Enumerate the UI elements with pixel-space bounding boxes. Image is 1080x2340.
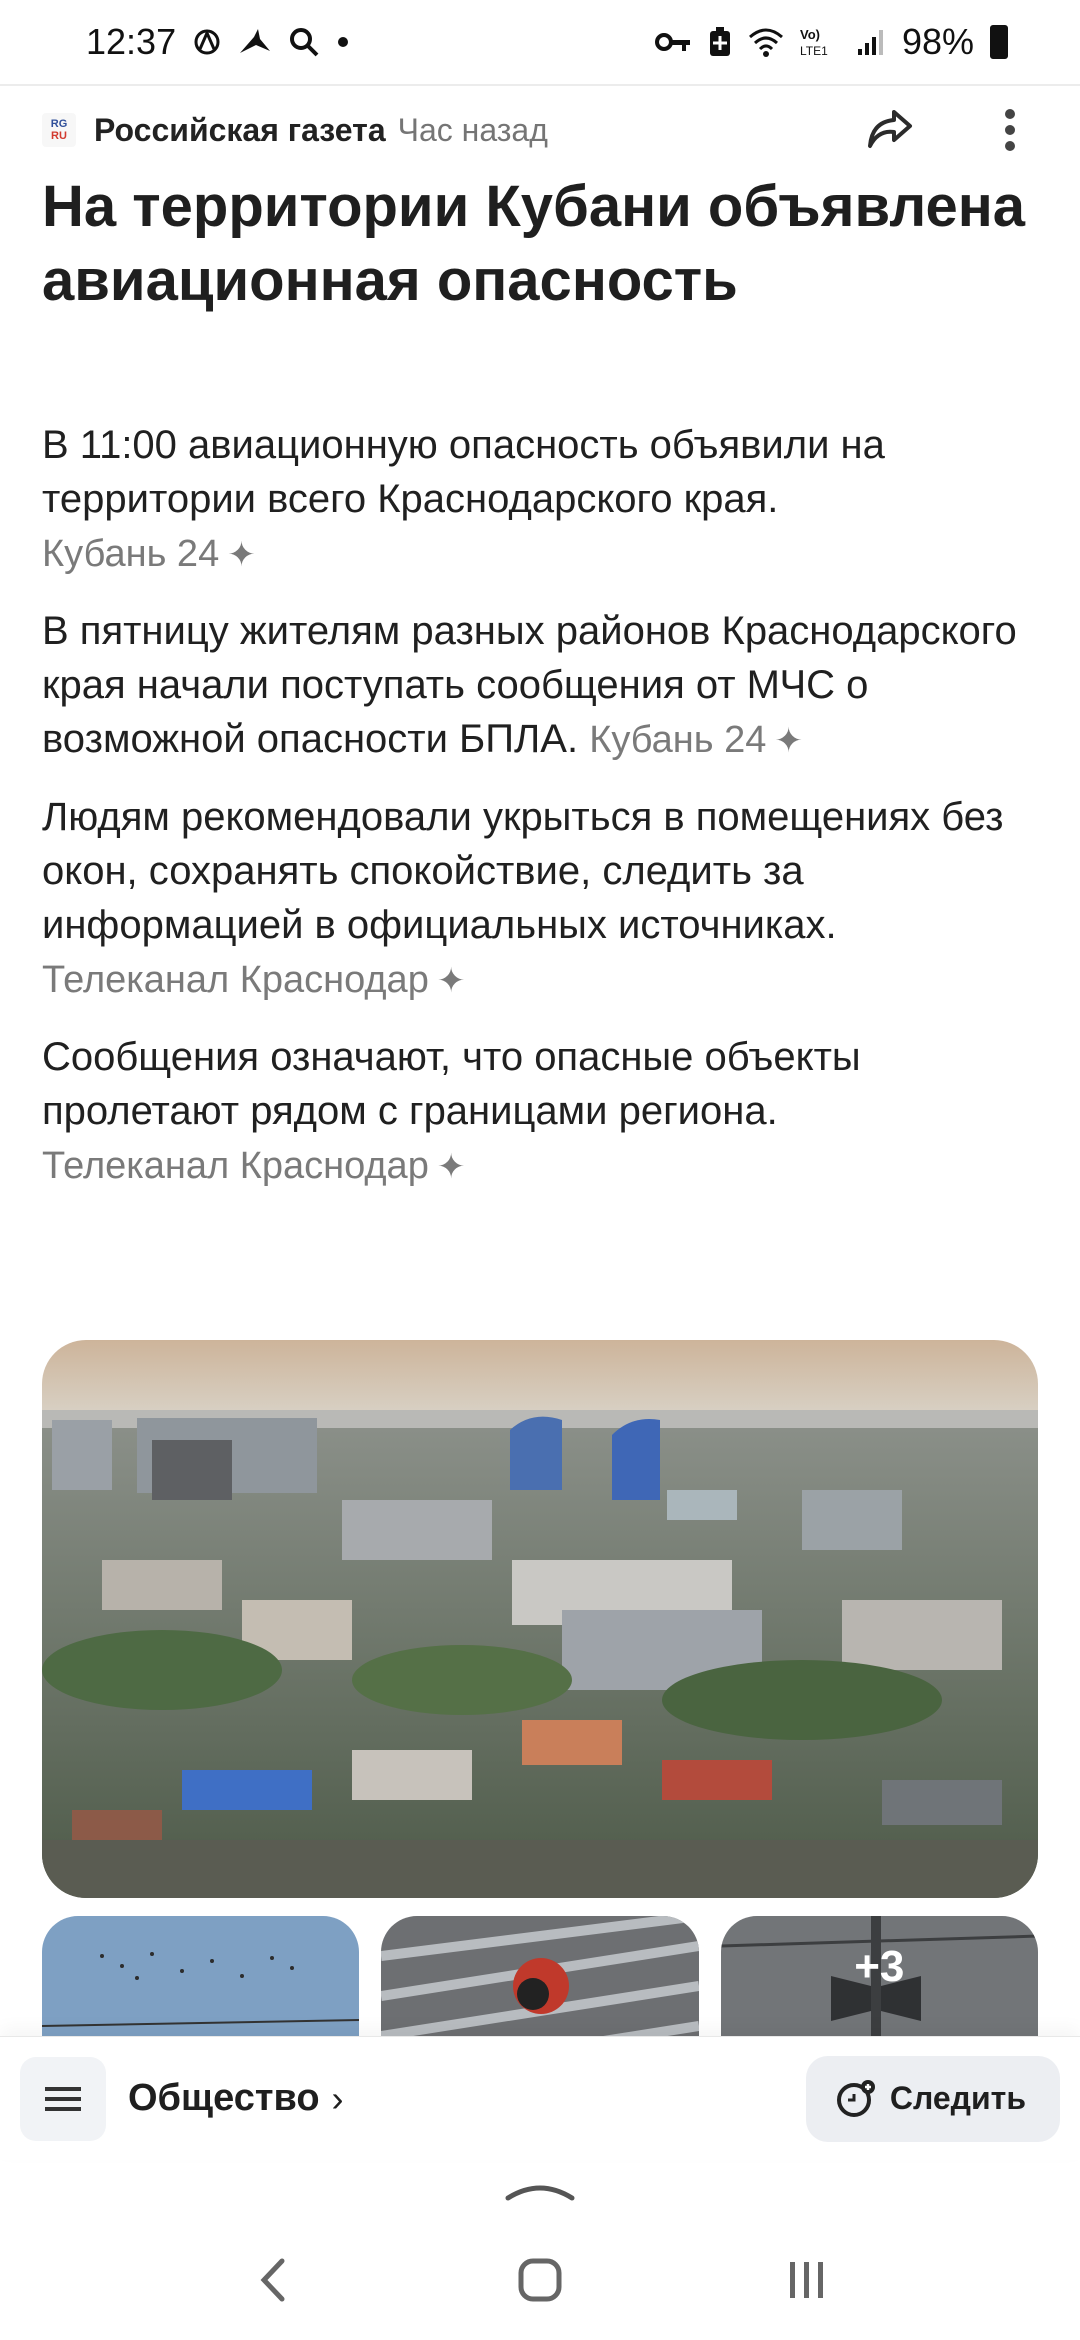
home-icon — [518, 2258, 562, 2302]
system-nav-bar — [0, 2220, 1080, 2340]
back-button[interactable] — [228, 2235, 318, 2325]
status-time: 12:37 — [86, 21, 177, 62]
more-images-count: +3 — [854, 1942, 905, 1991]
svg-text:Vo): Vo) — [800, 27, 820, 42]
summary-paragraph: В пятницу жителям разных районов Краснод… — [42, 604, 1042, 768]
dot-icon — [336, 35, 350, 49]
follow-topic-icon — [836, 2079, 875, 2117]
share-icon — [868, 110, 912, 148]
source-logo[interactable]: RG RU — [42, 113, 76, 147]
follow-label: Следить — [889, 2080, 1026, 2116]
paragraph-text: Сообщения означают, что опасные объекты … — [42, 1035, 861, 1133]
chevron-right-icon: › — [331, 2077, 344, 2119]
paragraph-text: Людям рекомендовали укрыться в помещения… — [42, 795, 1004, 947]
status-divider — [0, 84, 1080, 86]
more-options-button[interactable] — [982, 102, 1038, 158]
paragraph-source[interactable]: Телеканал Краснодар — [42, 959, 429, 1001]
status-bar: 12:37 Vo) LTE1 98% — [0, 0, 1080, 84]
source-name[interactable]: Российская газета — [94, 112, 386, 149]
wifi-icon — [748, 27, 784, 57]
battery-icon — [990, 25, 1008, 59]
summary-paragraph: Сообщения означают, что опасные объекты … — [42, 1030, 1042, 1194]
paragraph-source[interactable]: Телеканал Краснодар — [42, 1145, 429, 1187]
article-title: На территории Кубани объявлена авиационн… — [42, 174, 1026, 313]
recent-apps-icon — [789, 2262, 823, 2298]
share-button[interactable] — [862, 102, 918, 158]
hamburger-menu-icon — [45, 2086, 81, 2111]
follow-button[interactable]: Следить — [805, 2055, 1060, 2142]
svg-text:LTE1: LTE1 — [800, 44, 828, 58]
paragraph-source[interactable]: Кубань 24 — [589, 719, 766, 761]
paragraph-text: В пятницу жителям разных районов Краснод… — [42, 609, 1017, 761]
battery-percent: 98% — [901, 21, 974, 62]
bird-icon — [238, 27, 272, 57]
article-main-image[interactable] — [42, 1340, 1038, 1898]
expand-handle[interactable] — [504, 2178, 576, 2202]
image-thumbnails: +3 — [42, 1916, 1038, 2076]
sparkle-icon: ✦ — [774, 722, 803, 760]
recent-apps-button[interactable] — [762, 2235, 852, 2325]
city-skyline-image — [42, 1340, 1038, 1898]
menu-button[interactable] — [20, 2056, 106, 2141]
threads-icon — [192, 27, 222, 57]
topic-bar: Общество › Следить — [0, 2036, 1080, 2160]
more-vert-icon — [1005, 109, 1015, 151]
key-icon — [654, 31, 692, 53]
back-icon — [260, 2258, 285, 2302]
summary-paragraph: Людям рекомендовали укрыться в помещения… — [42, 790, 1042, 1008]
search-icon — [288, 26, 320, 58]
chevron-up-icon — [505, 2185, 575, 2201]
summary-paragraph: В 11:00 авиационную опасность объявили н… — [42, 418, 1042, 582]
status-right: Vo) LTE1 98% — [654, 21, 1008, 63]
signal-icon — [856, 27, 886, 57]
home-button[interactable] — [495, 2235, 585, 2325]
paragraph-text: В 11:00 авиационную опасность объявили н… — [42, 423, 885, 521]
volte-icon: Vo) LTE1 — [800, 26, 840, 58]
header-actions — [862, 102, 1038, 158]
publish-time: Час назад — [397, 111, 548, 148]
topic-link[interactable]: Общество — [128, 2077, 320, 2120]
status-left: 12:37 — [86, 21, 350, 63]
paragraph-source[interactable]: Кубань 24 — [42, 533, 219, 575]
battery-saver-icon — [708, 26, 732, 58]
article-body: В 11:00 авиационную опасность объявили н… — [42, 418, 1042, 1216]
sparkle-icon: ✦ — [227, 536, 256, 574]
sparkle-icon: ✦ — [436, 962, 466, 1000]
source-row: RG RU Российская газета Час назад — [42, 106, 1038, 154]
sparkle-icon: ✦ — [436, 1148, 466, 1186]
